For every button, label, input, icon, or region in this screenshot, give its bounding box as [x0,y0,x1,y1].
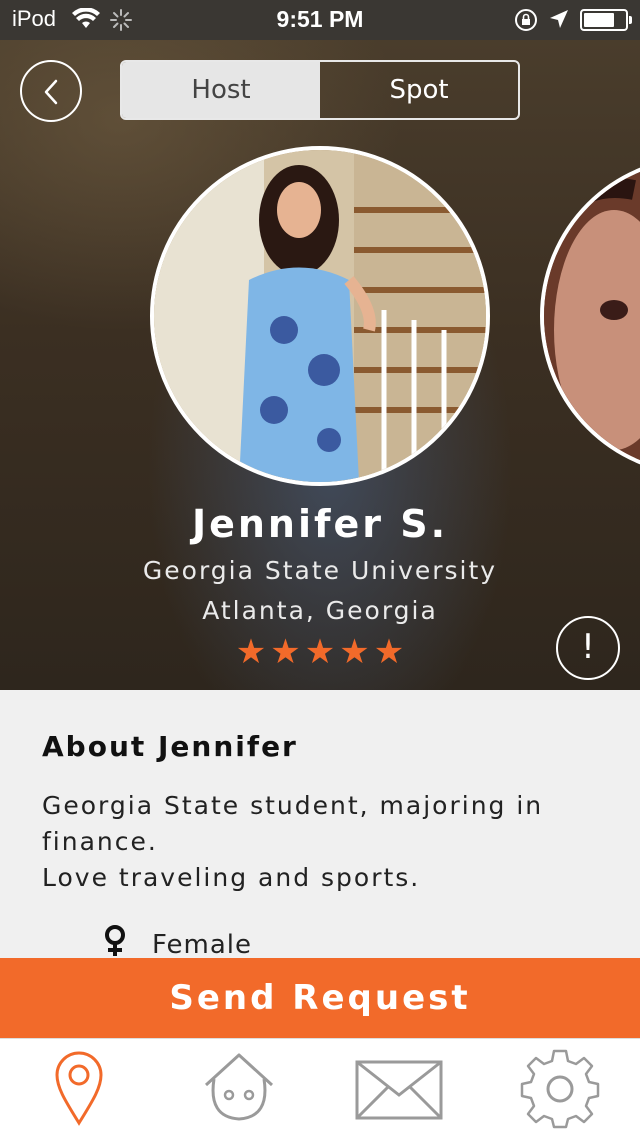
house-face-icon [204,1053,274,1121]
about-title: About Jennifer [42,730,298,763]
rating-stars: ★ ★ ★ ★ ★ [0,632,640,672]
star-icon: ★ [235,632,267,672]
profile-name: Jennifer S. [191,502,449,546]
profile-school: Georgia State University [142,556,498,585]
about-section: About Jennifer Georgia State student, ma… [0,690,640,960]
tab-settings[interactable] [520,1049,600,1133]
clock: 9:51 PM [276,6,364,32]
about-body: Georgia State student, majoring in finan… [42,788,602,896]
female-symbol-icon [102,924,128,962]
profile-location: Atlanta, Georgia [202,596,438,625]
chevron-left-icon [44,79,58,105]
star-icon: ★ [270,632,301,672]
gear-icon [520,1049,600,1129]
location-arrow-icon [548,8,570,34]
send-request-button[interactable]: Send Request [0,958,640,1038]
back-button[interactable] [20,60,82,122]
tab-map[interactable] [54,1049,104,1131]
segment-spot[interactable]: Spot [320,62,518,118]
next-profile-photo[interactable] [540,156,640,476]
host-spot-toggle[interactable]: Host Spot [120,60,520,120]
exclamation-icon: ! [581,627,595,667]
tab-home[interactable] [200,1049,278,1127]
gender-value: Female [152,930,253,960]
segment-host[interactable]: Host [122,62,320,118]
status-bar: iPod 9:51 PM [0,0,640,40]
star-icon: ★ [373,632,405,672]
about-body-line: Love traveling and sports. [42,863,421,892]
profile-hero: Host Spot Jennifer S. Georgia State Univ… [0,40,640,690]
report-button[interactable]: ! [556,616,620,680]
tab-bar [0,1038,640,1136]
star-icon: ★ [304,632,336,672]
about-body-line: Georgia State student, majoring in finan… [42,791,544,856]
profile-photo[interactable] [150,146,490,486]
envelope-icon [355,1060,443,1120]
tab-messages[interactable] [354,1049,444,1125]
rotation-lock-icon [514,8,538,36]
battery-icon [580,9,632,31]
map-pin-icon [55,1051,103,1126]
star-icon: ★ [339,632,370,672]
